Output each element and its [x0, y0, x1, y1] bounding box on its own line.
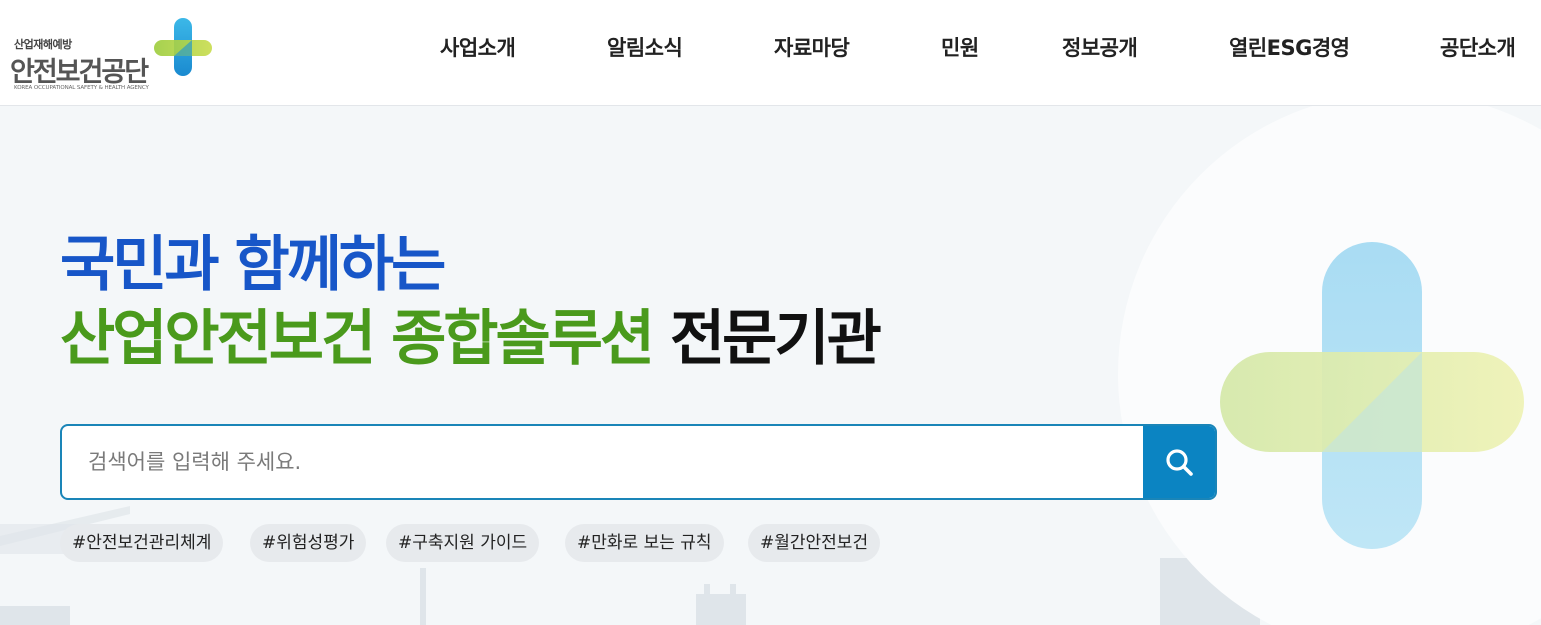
nav-item-news[interactable]: 알림소식 [607, 32, 683, 62]
search-input[interactable] [62, 426, 1142, 498]
search-box [60, 424, 1217, 500]
nav-item-resources[interactable]: 자료마당 [774, 32, 850, 62]
nav-item-business[interactable]: 사업소개 [440, 32, 516, 62]
hashtag-safety-management-system[interactable]: #안전보건관리체계 [60, 524, 224, 562]
nav-item-about[interactable]: 공단소개 [1440, 32, 1516, 62]
hashtag-risk-assessment[interactable]: #위험성평가 [250, 524, 367, 562]
nav-item-civil-petition[interactable]: 민원 [941, 32, 979, 62]
hashtag-comic-rules[interactable]: #만화로 보는 규칙 [565, 524, 724, 562]
search-button[interactable] [1143, 426, 1215, 498]
hero-headline-line1: 국민과 함께하는 [60, 230, 446, 300]
hashtag-build-support-guide[interactable]: #구축지원 가이드 [386, 524, 540, 562]
hero-headline: 국민과 함께하는 산업안전보건 종합솔루션 전문기관 [60, 228, 882, 376]
hero-headline-black: 전문기관 [669, 304, 882, 374]
nav-item-info-disclosure[interactable]: 정보공개 [1062, 32, 1138, 62]
site-header: 산업재해예방 안전보건공단 KOREA OCCUPATIONAL SAFETY … [0, 0, 1541, 106]
logo-english-name: KOREA OCCUPATIONAL SAFETY & HEALTH AGENC… [14, 85, 149, 91]
hashtag-monthly-safety[interactable]: #월간안전보건 [748, 524, 881, 562]
hero-headline-green: 산업안전보건 종합솔루션 [60, 304, 655, 374]
search-icon [1166, 449, 1193, 476]
hero-headline-line2: 산업안전보건 종합솔루션 전문기관 [60, 302, 882, 376]
main-nav: 사업소개 알림소식 자료마당 민원 정보공개 열린ESG경영 공단소개 [0, 32, 1541, 68]
nav-item-esg[interactable]: 열린ESG경영 [1229, 32, 1350, 62]
hero-section: 국민과 함께하는 산업안전보건 종합솔루션 전문기관 #안전보건관리체계 #위험… [0, 106, 1541, 625]
